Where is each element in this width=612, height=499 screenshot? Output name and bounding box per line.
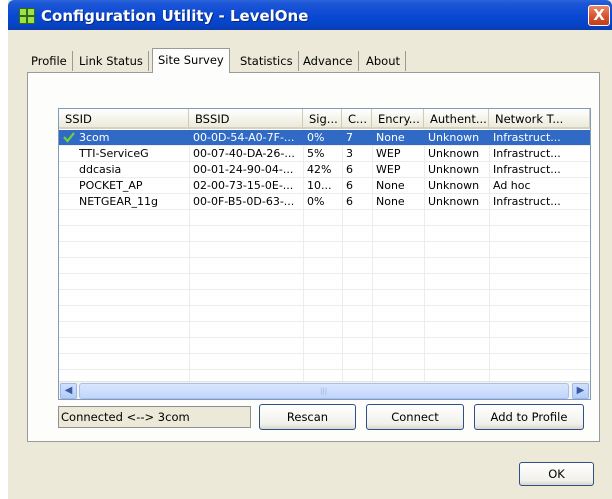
column-header-signal[interactable]: Sig...	[303, 109, 342, 129]
tab-advance[interactable]: Advance	[298, 51, 359, 71]
cell-encryption: None	[376, 179, 405, 192]
connect-button[interactable]: Connect	[366, 404, 464, 430]
cell-network-type: Infrastruct...	[493, 131, 561, 144]
table-row[interactable]: TTI-ServiceG 00-07-40-DA-26-... 5% 3 WEP…	[59, 146, 590, 161]
grid-line	[59, 257, 590, 258]
cell-bssid: 00-0F-B5-0D-63-...	[193, 195, 295, 208]
grid-line	[59, 209, 590, 210]
cell-bssid: 02-00-73-15-0E-...	[193, 179, 294, 192]
tab-site-survey[interactable]: Site Survey	[152, 48, 230, 73]
grid-line	[59, 369, 590, 370]
cell-network-type: Infrastruct...	[493, 163, 561, 176]
grid-line	[59, 305, 590, 306]
cell-signal: 0%	[307, 131, 325, 144]
cell-authentication: Unknown	[428, 195, 480, 208]
cell-encryption: None	[376, 131, 405, 144]
cell-bssid: 00-0D-54-A0-7F-...	[193, 131, 295, 144]
add-to-profile-button[interactable]: Add to Profile	[474, 404, 584, 430]
cell-channel: 6	[346, 163, 353, 176]
arrow-left-icon[interactable]: ◀	[60, 383, 77, 399]
check-icon	[63, 132, 75, 143]
title-bar[interactable]: Configuration Utility - LevelOne X	[8, 0, 612, 30]
tab-about[interactable]: About	[361, 51, 407, 71]
cell-ssid: NETGEAR_11g	[79, 195, 159, 208]
cell-bssid: 00-01-24-90-04-...	[193, 163, 294, 176]
cell-ssid: ddcasia	[79, 163, 122, 176]
cell-ssid: 3com	[79, 131, 110, 144]
cell-signal: 0%	[307, 195, 325, 208]
tab-profile[interactable]: Profile	[26, 51, 73, 71]
cell-channel: 7	[346, 131, 353, 144]
grid-line	[59, 337, 590, 338]
column-header-channel[interactable]: C...	[342, 109, 372, 129]
cell-ssid: TTI-ServiceG	[79, 147, 149, 160]
tab-statistics[interactable]: Statistics	[235, 51, 299, 71]
cell-encryption: None	[376, 195, 405, 208]
table-row[interactable]: NETGEAR_11g 00-0F-B5-0D-63-... 0% 6 None…	[59, 194, 590, 209]
grip-icon: |||	[320, 387, 328, 395]
column-header-encryption[interactable]: Encry...	[372, 109, 424, 129]
grid-line	[59, 225, 590, 226]
configuration-window: Configuration Utility - LevelOne X Profi…	[8, 0, 612, 499]
close-button[interactable]: X	[588, 5, 610, 26]
grid-line	[59, 289, 590, 290]
cell-ssid: POCKET_AP	[79, 179, 143, 192]
cell-authentication: Unknown	[428, 131, 480, 144]
scrollbar-thumb[interactable]: |||	[79, 383, 569, 399]
cell-authentication: Unknown	[428, 147, 480, 160]
table-row[interactable]: POCKET_AP 02-00-73-15-0E-... 10... 6 Non…	[59, 178, 590, 193]
grid-line	[59, 273, 590, 274]
cell-authentication: Unknown	[428, 179, 480, 192]
horizontal-scrollbar[interactable]: ◀ ||| ▶	[59, 381, 590, 399]
column-header-bssid[interactable]: BSSID	[189, 109, 303, 129]
cell-channel: 3	[346, 147, 353, 160]
column-header-ssid[interactable]: SSID	[59, 109, 189, 129]
app-icon	[19, 8, 35, 24]
cell-channel: 6	[346, 179, 353, 192]
rescan-button[interactable]: Rescan	[259, 404, 356, 430]
window-title: Configuration Utility - LevelOne	[41, 7, 309, 25]
cell-network-type: Infrastruct...	[493, 195, 561, 208]
cell-encryption: WEP	[376, 163, 401, 176]
cell-signal: 5%	[307, 147, 325, 160]
cell-channel: 6	[346, 195, 353, 208]
grid-line	[59, 321, 590, 322]
cell-encryption: WEP	[376, 147, 401, 160]
arrow-right-icon[interactable]: ▶	[572, 383, 589, 399]
table-row[interactable]: 3com 00-0D-54-A0-7F-... 0% 7 None Unknow…	[59, 130, 590, 145]
cell-network-type: Ad hoc	[493, 179, 531, 192]
cell-authentication: Unknown	[428, 163, 480, 176]
connection-status: Connected <--> 3com	[58, 406, 251, 428]
site-survey-list[interactable]: SSID BSSID Sig... C... Encry... Authent.…	[58, 108, 591, 400]
grid-line	[59, 353, 590, 354]
table-row[interactable]: ddcasia 00-01-24-90-04-... 42% 6 WEP Unk…	[59, 162, 590, 177]
cell-signal: 10...	[307, 179, 332, 192]
cell-signal: 42%	[307, 163, 332, 176]
tab-link-status[interactable]: Link Status	[74, 51, 149, 71]
ok-button[interactable]: OK	[519, 462, 594, 486]
cell-bssid: 00-07-40-DA-26-...	[193, 147, 295, 160]
column-header-authentication[interactable]: Authent...	[424, 109, 489, 129]
grid-line	[59, 241, 590, 242]
column-header-network-type[interactable]: Network T...	[489, 109, 590, 129]
cell-network-type: Infrastruct...	[493, 147, 561, 160]
